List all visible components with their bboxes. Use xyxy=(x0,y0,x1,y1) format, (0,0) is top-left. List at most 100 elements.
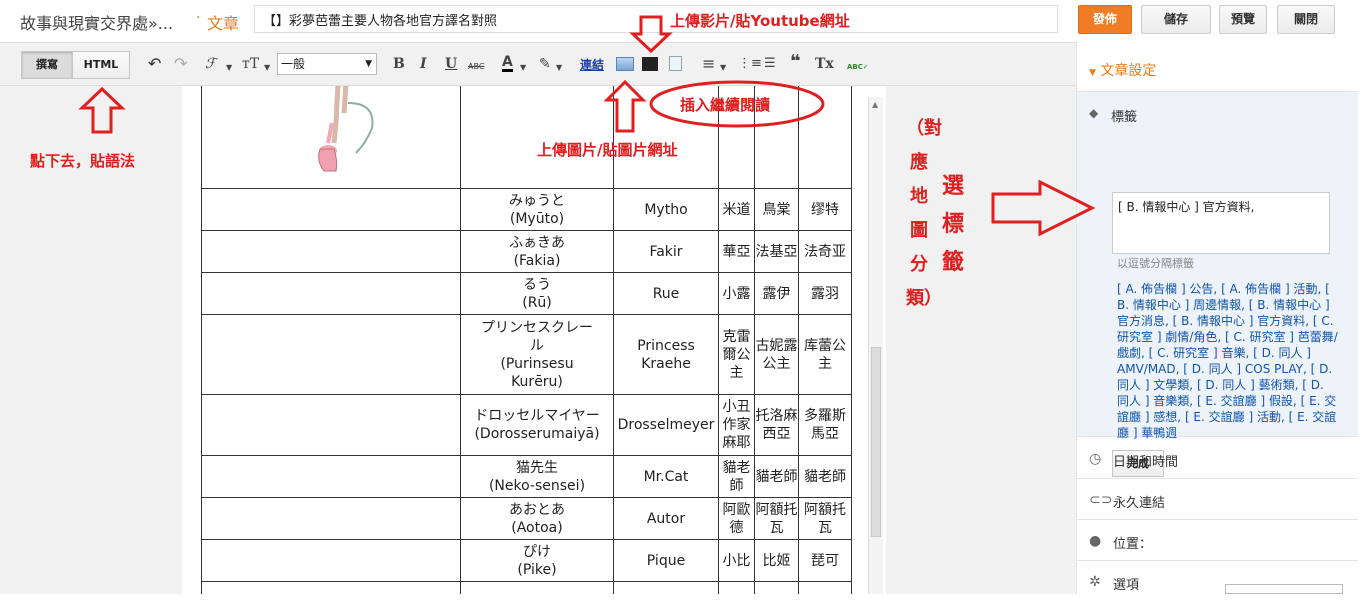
post-settings-header[interactable]: ▼ 文章設定 xyxy=(1089,60,1156,80)
compose-mode-button[interactable]: 撰寫 xyxy=(21,51,73,79)
table-row: るう (Rū) Rue 小露 露伊 露羽 xyxy=(201,272,852,315)
en-name-cell: Princess Kraehe xyxy=(613,314,719,395)
underline-button[interactable]: U xyxy=(445,55,457,73)
location-setting[interactable]: ● 位置： xyxy=(1077,521,1358,561)
location-label: 位置： xyxy=(1113,537,1153,552)
table-row: ドロッセルマイヤー (Dorosserumaiyā) Drosselmeyer 小… xyxy=(201,394,852,456)
jp-name-cell: あおとあ (Aotoa) xyxy=(460,497,614,540)
location-pin-icon: ● xyxy=(1089,533,1102,549)
italic-button[interactable]: I xyxy=(420,55,427,73)
link-button[interactable]: 連結 xyxy=(580,56,604,74)
quote-icon[interactable]: ❝ xyxy=(790,53,801,71)
post-settings-title: 文章設定 xyxy=(1100,63,1157,79)
cn-name-cell: 露羽 xyxy=(798,272,852,315)
font-size-icon[interactable]: тT xyxy=(242,55,259,73)
romaji-name: (Myūto) xyxy=(509,210,565,227)
tw-name-cell: 比姬 xyxy=(754,539,799,582)
table-row: 猫先生 (Neko-sensei) Mr.Cat 貓老師 貓老師 貓老師 xyxy=(201,455,852,498)
preview-button[interactable]: 預覽 xyxy=(1219,5,1267,34)
text-color-icon[interactable]: A xyxy=(502,55,513,72)
romaji-name: (Neko-sensei) xyxy=(488,477,586,494)
close-button[interactable]: 關閉 xyxy=(1277,5,1335,34)
chevron-down-icon: ▼ xyxy=(365,59,372,69)
table-row: ぴけ (Pike) Pique 小比 比姬 琵可 xyxy=(201,539,852,582)
editor-toolbar: 撰寫 HTML ↶ ↷ ℱ ▼ тT ▼ 一般 ▼ B I U ABC A ▼ ✎… xyxy=(0,42,1076,86)
redo-icon[interactable]: ↷ xyxy=(174,55,187,73)
jp-name-cell: ふぁきあ (Fakia) xyxy=(460,230,614,273)
blog-name-link[interactable]: 故事與現實交界處»... xyxy=(20,10,173,34)
post-title-input[interactable] xyxy=(254,5,1058,33)
scroll-up-icon[interactable]: ▲ xyxy=(872,100,878,109)
options-label: 選項 xyxy=(1113,578,1140,593)
highlight-dropdown-icon[interactable]: ▼ xyxy=(556,59,562,77)
paste-code-annotation: 點下去，貼語法 xyxy=(30,152,136,170)
insert-image-icon[interactable] xyxy=(616,57,634,71)
labels-input[interactable]: [ B. 情報中心 ] 官方資料, xyxy=(1112,192,1330,254)
highlight-icon[interactable]: ✎ xyxy=(539,55,551,73)
table-cell xyxy=(201,539,461,582)
table-cell xyxy=(613,581,719,594)
hk-name-cell: 克雷爾公主 xyxy=(718,314,755,395)
caret-down-icon: ▼ xyxy=(1089,68,1096,78)
text-color-dropdown-icon[interactable]: ▼ xyxy=(520,59,526,77)
bulleted-list-icon[interactable]: ☰ xyxy=(764,55,776,73)
strikethrough-button[interactable]: ABC xyxy=(468,58,484,76)
font-size-dropdown-icon[interactable]: ▼ xyxy=(264,59,270,77)
permalink-setting[interactable]: ⊂⊃ 永久連結 xyxy=(1077,480,1358,520)
datetime-setting[interactable]: ◷ 日期和時間 xyxy=(1077,439,1358,479)
align-dropdown-icon[interactable]: ▼ xyxy=(720,59,726,77)
insert-readmore-annotation: 插入繼續閱讀 xyxy=(680,96,771,114)
align-icon[interactable]: ≡ xyxy=(702,55,715,73)
table-cell xyxy=(201,455,461,498)
format-select[interactable]: 一般 ▼ xyxy=(277,53,377,75)
table-cell xyxy=(201,581,461,594)
publish-button[interactable]: 發佈 xyxy=(1078,5,1132,34)
existing-labels-list[interactable]: [ A. 佈告欄 ] 公告, [ A. 佈告欄 ] 活動, [ B. 情報中心 … xyxy=(1117,281,1339,441)
link-icon: ⊂⊃ xyxy=(1089,492,1113,508)
jp-name: ドロッセルマイヤー xyxy=(474,408,600,424)
gear-icon: ✲ xyxy=(1089,574,1101,590)
numbered-list-icon[interactable]: ⋮≡ xyxy=(738,55,762,73)
clock-icon: ◷ xyxy=(1089,451,1102,467)
romaji-name: (Rū) xyxy=(522,294,552,311)
select-label-annotation: 選標籤 xyxy=(941,174,964,275)
post-settings-sidebar: ▼ 文章設定 ◆ 標籤 [ B. 情報中心 ] 官方資料, 以逗號分隔標籤 [ … xyxy=(1076,42,1366,594)
en-name-cell: Mr.Cat xyxy=(613,455,719,498)
spellcheck-icon[interactable]: ABC✓ xyxy=(847,58,869,76)
tag-icon: ◆ xyxy=(1089,106,1099,120)
font-family-dropdown-icon[interactable]: ▼ xyxy=(226,59,232,77)
jump-break-icon[interactable] xyxy=(669,56,682,71)
save-button[interactable]: 儲存 xyxy=(1141,5,1211,34)
options-setting[interactable]: ✲ 選項 xyxy=(1077,562,1358,602)
font-family-icon[interactable]: ℱ xyxy=(205,55,216,73)
romaji-name: (Fakia) xyxy=(513,252,561,269)
tw-name-cell: 鳥棠 xyxy=(754,188,799,231)
tw-name-cell: 托洛麻西亞 xyxy=(754,394,799,456)
en-name-cell: Drosselmeyer xyxy=(613,394,719,456)
undo-icon[interactable]: ↶ xyxy=(148,55,161,73)
scrollbar-thumb[interactable] xyxy=(871,347,881,537)
editor-document[interactable]: みゅうと (Myūto) Mytho 米道 鳥棠 缪特 ふぁきあ (Fakia) F… xyxy=(182,86,886,594)
editor-scrollbar[interactable]: ▲ xyxy=(868,97,883,594)
insert-video-icon[interactable] xyxy=(642,57,658,71)
format-select-value: 一般 xyxy=(281,57,306,71)
map-category-annotation: （對應地圖分類） xyxy=(906,118,942,309)
bold-button[interactable]: B xyxy=(393,55,405,73)
table-cell xyxy=(201,394,461,456)
jp-name: ぴけ xyxy=(523,543,551,560)
cn-name-cell: 缪特 xyxy=(798,188,852,231)
labels-title[interactable]: 標籤 xyxy=(1111,106,1137,125)
table-cell xyxy=(798,581,852,594)
tw-name-cell: 法基亞 xyxy=(754,230,799,273)
cn-name-cell: 多羅斯馬亞 xyxy=(798,394,852,456)
html-mode-button[interactable]: HTML xyxy=(72,51,130,79)
table-cell xyxy=(798,86,852,189)
cn-name-cell: 阿額托瓦 xyxy=(798,497,852,540)
jp-name-cell: ぴけ (Pike) xyxy=(460,539,614,582)
romaji-name: (Pike) xyxy=(517,561,557,578)
table-row: みゅうと (Myūto) Mytho 米道 鳥棠 缪特 xyxy=(201,188,852,231)
hk-name-cell: 小比 xyxy=(718,539,755,582)
upload-image-annotation: 上傳圖片/貼圖片網址 xyxy=(537,141,678,159)
jp-name: プリンセスクレール xyxy=(481,319,593,354)
clear-formatting-icon[interactable]: Tx xyxy=(815,55,834,73)
